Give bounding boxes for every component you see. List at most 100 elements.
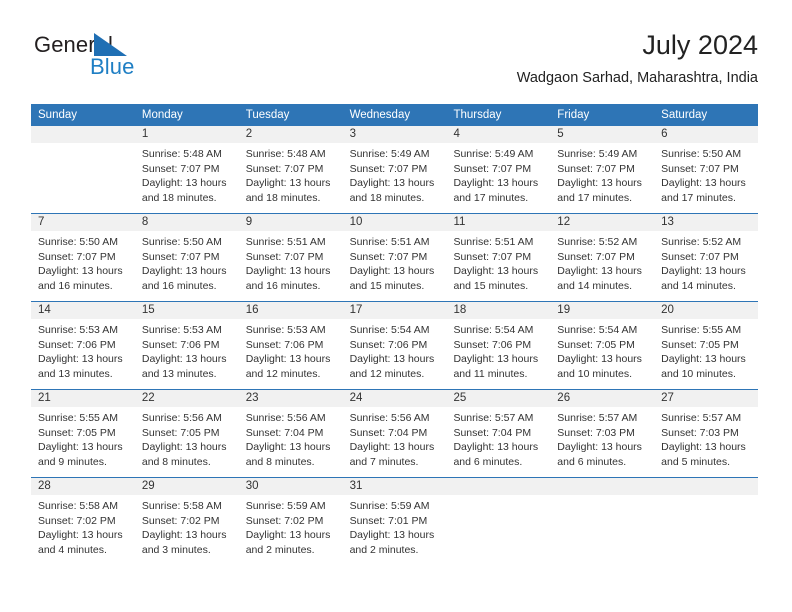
day-cell[interactable]: 22 Sunrise: 5:56 AM Sunset: 7:05 PM Dayligh…: [134, 390, 239, 477]
day-detail-line: and 16 minutes.: [38, 279, 113, 292]
day-cell[interactable]: 19 Sunrise: 5:54 AM Sunset: 7:05 PM Dayligh…: [550, 302, 655, 389]
weekday-header-friday: Friday: [557, 109, 590, 121]
day-detail-line: Sunrise: 5:49 AM: [349, 148, 430, 160]
day-detail-line: and 2 minutes.: [245, 543, 315, 556]
day-detail-line: Daylight: 13 hours: [661, 265, 746, 277]
day-detail-line: Sunset: 7:07 PM: [349, 250, 428, 263]
day-details: Sunrise: 5:50 AM Sunset: 7:07 PM Daylight:…: [654, 143, 758, 213]
title-block: July 2024 Wadgaon Sarhad, Maharashtra, I…: [517, 28, 758, 87]
day-number: 22: [134, 390, 239, 407]
day-detail-line: Daylight: 13 hours: [661, 353, 746, 365]
page-title: July 2024: [642, 30, 758, 60]
day-details: Sunrise: 5:51 AM Sunset: 7:07 PM Daylight:…: [446, 231, 550, 301]
day-detail-line: Sunrise: 5:52 AM: [557, 236, 638, 248]
day-cell[interactable]: 6 Sunrise: 5:50 AM Sunset: 7:07 PM Daylight…: [654, 126, 759, 213]
day-cell[interactable]: 27 Sunrise: 5:57 AM Sunset: 7:03 PM Dayligh…: [654, 390, 759, 477]
day-detail-line: Daylight: 13 hours: [245, 265, 331, 277]
day-cell[interactable]: 7 Sunrise: 5:50 AM Sunset: 7:07 PM Daylight…: [31, 214, 135, 301]
day-detail-line: and 16 minutes.: [245, 279, 321, 292]
day-detail-line: Sunset: 7:07 PM: [661, 162, 739, 175]
day-number: 3: [342, 126, 447, 143]
day-detail-line: Daylight: 13 hours: [557, 265, 642, 277]
day-cell[interactable]: 21 Sunrise: 5:55 AM Sunset: 7:05 PM Dayligh…: [31, 390, 135, 477]
day-cell[interactable]: 15 Sunrise: 5:53 AM Sunset: 7:06 PM Dayligh…: [134, 302, 239, 389]
day-cell[interactable]: 28 Sunrise: 5:58 AM Sunset: 7:02 PM Dayligh…: [31, 478, 135, 565]
day-detail-line: Sunrise: 5:53 AM: [141, 324, 222, 336]
day-cell[interactable]: 4 Sunrise: 5:49 AM Sunset: 7:07 PM Daylight…: [446, 126, 551, 213]
day-number: [654, 478, 759, 495]
day-details: Sunrise: 5:48 AM Sunset: 7:07 PM Daylight:…: [135, 143, 239, 213]
day-details: Sunrise: 5:51 AM Sunset: 7:07 PM Daylight:…: [343, 231, 447, 301]
day-detail-line: Sunset: 7:06 PM: [453, 338, 532, 351]
day-detail-line: and 12 minutes.: [245, 367, 321, 380]
day-cell[interactable]: 20 Sunrise: 5:55 AM Sunset: 7:05 PM Dayligh…: [654, 302, 759, 389]
day-details: Sunrise: 5:56 AM Sunset: 7:04 PM Daylight:…: [343, 407, 447, 477]
day-details: Sunrise: 5:51 AM Sunset: 7:07 PM Daylight:…: [239, 231, 343, 301]
day-cell[interactable]: 12 Sunrise: 5:52 AM Sunset: 7:07 PM Dayligh…: [550, 214, 655, 301]
day-cell[interactable]: 17 Sunrise: 5:54 AM Sunset: 7:06 PM Dayligh…: [342, 302, 447, 389]
day-detail-line: Daylight: 13 hours: [38, 265, 123, 277]
day-details: Sunrise: 5:58 AM Sunset: 7:02 PM Daylight:…: [31, 495, 135, 565]
day-cell[interactable]: 2 Sunrise: 5:48 AM Sunset: 7:07 PM Daylight…: [238, 126, 343, 213]
day-cell[interactable]: 8 Sunrise: 5:50 AM Sunset: 7:07 PM Daylight…: [134, 214, 239, 301]
calendar-week-row: 7 Sunrise: 5:50 AM Sunset: 7:07 PM Daylight…: [31, 213, 759, 301]
day-detail-line: and 14 minutes.: [557, 279, 633, 292]
day-cell[interactable]: 5 Sunrise: 5:49 AM Sunset: 7:07 PM Daylight…: [550, 126, 655, 213]
day-cell[interactable]: 10 Sunrise: 5:51 AM Sunset: 7:07 PM Dayligh…: [342, 214, 447, 301]
day-detail-line: Sunset: 7:02 PM: [141, 514, 220, 527]
day-details: Sunrise: 5:57 AM Sunset: 7:03 PM Daylight:…: [654, 407, 758, 477]
day-details: Sunrise: 5:56 AM Sunset: 7:05 PM Daylight:…: [135, 407, 239, 477]
day-number: 14: [31, 302, 135, 319]
day-number: 27: [654, 390, 759, 407]
day-detail-line: Sunrise: 5:57 AM: [557, 412, 638, 424]
day-cell[interactable]: 3 Sunrise: 5:49 AM Sunset: 7:07 PM Daylight…: [342, 126, 447, 213]
day-cell[interactable]: 16 Sunrise: 5:53 AM Sunset: 7:06 PM Dayligh…: [238, 302, 343, 389]
day-number: 31: [342, 478, 447, 495]
day-details: Sunrise: 5:59 AM Sunset: 7:01 PM Daylight:…: [343, 495, 447, 565]
day-cell[interactable]: 31 Sunrise: 5:59 AM Sunset: 7:01 PM Dayligh…: [342, 478, 447, 565]
day-detail-line: Sunset: 7:03 PM: [557, 426, 635, 439]
day-detail-line: Daylight: 13 hours: [141, 441, 227, 453]
day-detail-line: Daylight: 13 hours: [349, 177, 435, 189]
day-cell[interactable]: 13 Sunrise: 5:52 AM Sunset: 7:07 PM Dayligh…: [654, 214, 759, 301]
day-detail-line: Daylight: 13 hours: [557, 177, 642, 189]
day-cell[interactable]: 23 Sunrise: 5:56 AM Sunset: 7:04 PM Dayligh…: [238, 390, 343, 477]
day-cell[interactable]: 25 Sunrise: 5:57 AM Sunset: 7:04 PM Dayligh…: [446, 390, 551, 477]
brand-name-blue: Blue: [90, 54, 135, 79]
day-details: Sunrise: 5:54 AM Sunset: 7:06 PM Daylight:…: [343, 319, 447, 389]
day-cell[interactable]: 1 Sunrise: 5:48 AM Sunset: 7:07 PM Daylight…: [134, 126, 239, 213]
day-detail-line: Daylight: 13 hours: [453, 441, 539, 453]
day-details: [446, 495, 550, 550]
day-detail-line: Daylight: 13 hours: [661, 177, 746, 189]
day-cell[interactable]: 9 Sunrise: 5:51 AM Sunset: 7:07 PM Daylight…: [238, 214, 343, 301]
day-detail-line: Sunset: 7:06 PM: [38, 338, 116, 351]
day-number: 19: [550, 302, 655, 319]
day-cell[interactable]: 26 Sunrise: 5:57 AM Sunset: 7:03 PM Dayligh…: [550, 390, 655, 477]
day-detail-line: Daylight: 13 hours: [453, 265, 539, 277]
day-cell[interactable]: 24 Sunrise: 5:56 AM Sunset: 7:04 PM Dayligh…: [342, 390, 447, 477]
calendar-page: General Blue July 2024 Wadgaon Sarhad, M…: [0, 0, 792, 612]
day-detail-line: Sunrise: 5:51 AM: [349, 236, 430, 248]
day-cell[interactable]: 30 Sunrise: 5:59 AM Sunset: 7:02 PM Dayligh…: [238, 478, 343, 565]
day-detail-line: and 8 minutes.: [141, 455, 211, 468]
day-detail-line: Sunrise: 5:59 AM: [349, 500, 430, 512]
calendar-week-row: 28 Sunrise: 5:58 AM Sunset: 7:02 PM Dayligh…: [31, 477, 759, 565]
day-detail-line: Sunrise: 5:59 AM: [245, 500, 326, 512]
day-detail-line: Daylight: 13 hours: [349, 529, 435, 541]
day-detail-line: Sunrise: 5:54 AM: [453, 324, 534, 336]
brand-logo[interactable]: General Blue: [31, 32, 211, 90]
day-cell-empty: [654, 478, 759, 565]
day-number: 18: [446, 302, 551, 319]
day-detail-line: Daylight: 13 hours: [557, 353, 642, 365]
day-details: [550, 495, 654, 550]
weekday-header-monday: Monday: [141, 109, 183, 121]
day-cell[interactable]: 29 Sunrise: 5:58 AM Sunset: 7:02 PM Dayligh…: [134, 478, 239, 565]
day-details: Sunrise: 5:49 AM Sunset: 7:07 PM Daylight:…: [446, 143, 550, 213]
day-cell[interactable]: 14 Sunrise: 5:53 AM Sunset: 7:06 PM Dayligh…: [31, 302, 135, 389]
day-number: 7: [31, 214, 135, 231]
day-detail-line: Sunset: 7:05 PM: [141, 426, 220, 439]
day-detail-line: Sunset: 7:04 PM: [349, 426, 428, 439]
day-details: Sunrise: 5:48 AM Sunset: 7:07 PM Daylight:…: [239, 143, 343, 213]
day-cell[interactable]: 11 Sunrise: 5:51 AM Sunset: 7:07 PM Dayligh…: [446, 214, 551, 301]
day-cell[interactable]: 18 Sunrise: 5:54 AM Sunset: 7:06 PM Dayligh…: [446, 302, 551, 389]
